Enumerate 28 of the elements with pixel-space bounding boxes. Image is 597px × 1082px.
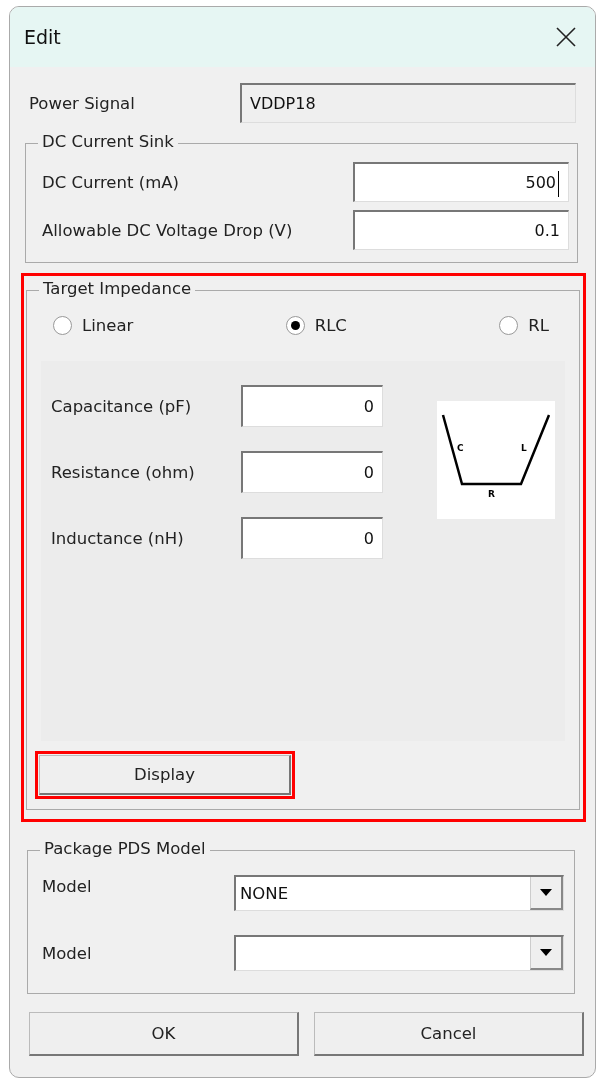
group-title: Target Impedance [39,279,196,298]
number-field[interactable]: 0 [241,385,383,427]
field-label: Power Signal [29,93,135,113]
field-label: Model [42,877,92,896]
radio-button[interactable]: Linear [53,315,134,335]
field-label: Inductance (nH) [51,528,184,548]
cancel-button[interactable]: Cancel [314,1012,584,1056]
field-label: Model [42,943,92,963]
impedance-curve-diagram: C L R [437,401,555,519]
field-label: Capacitance (pF) [51,396,192,416]
group-title: Package PDS Model [40,839,210,858]
display-button[interactable]: Display [39,755,291,795]
number-field[interactable]: 500 [353,162,569,202]
caret-icon [540,889,552,896]
radio-button[interactable]: RLC [285,315,347,335]
field-label: Allowable DC Voltage Drop (V) [42,220,293,240]
number-field[interactable]: 0 [241,517,383,559]
ok-button[interactable]: OK [29,1012,299,1056]
close-icon[interactable] [555,26,577,48]
model-dropdown[interactable] [234,935,564,971]
number-field[interactable]: 0.1 [353,210,569,250]
radio-button[interactable]: RL [499,315,549,335]
number-field[interactable]: 0 [241,451,383,493]
field-label: DC Current (mA) [42,172,179,192]
field-label: Resistance (ohm) [51,462,195,482]
model-dropdown[interactable]: NONE [234,875,564,911]
caret-icon [540,949,552,956]
window-title: Edit [24,26,61,48]
